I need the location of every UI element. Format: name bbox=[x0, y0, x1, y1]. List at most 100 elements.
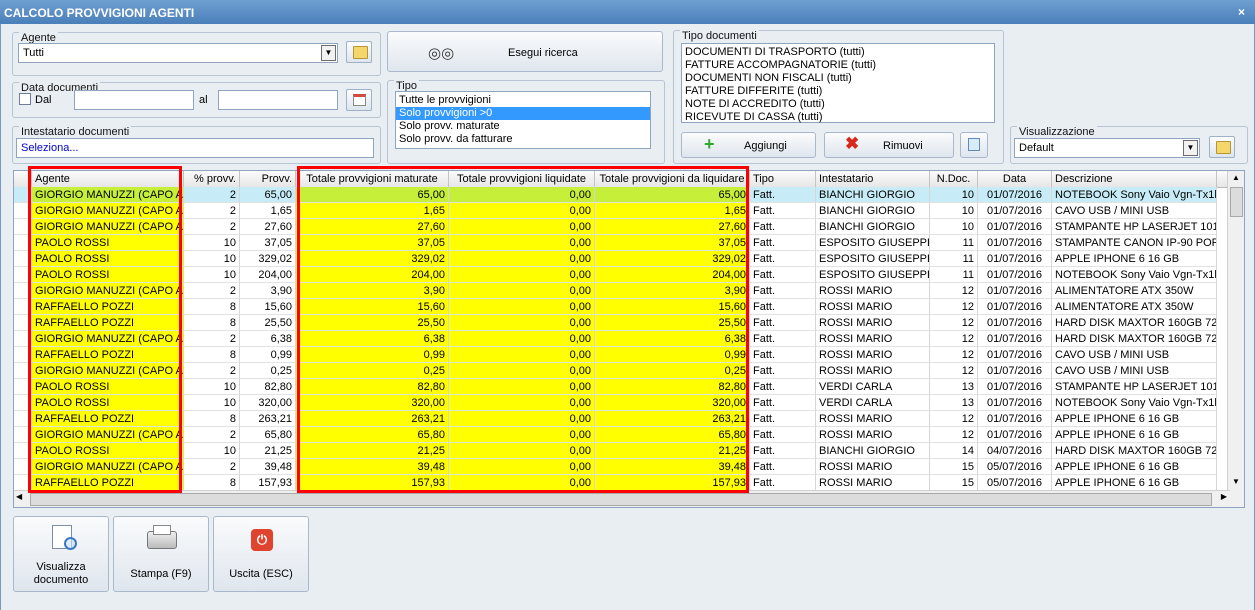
row-indicator[interactable] bbox=[14, 267, 32, 283]
cell-liquidate[interactable]: 0,00 bbox=[449, 331, 595, 347]
cell-da-liquidare[interactable]: 21,25 bbox=[595, 443, 750, 459]
cell-agente[interactable]: RAFFAELLO POZZI bbox=[32, 299, 184, 315]
cell-maturate[interactable]: 3,90 bbox=[296, 283, 449, 299]
cell-da-liquidare[interactable]: 0,25 bbox=[595, 363, 750, 379]
cell-maturate[interactable]: 0,99 bbox=[296, 347, 449, 363]
cell-ndoc[interactable]: 12 bbox=[930, 411, 978, 427]
cell-agente[interactable]: GIORGIO MANUZZI (CAPO AREA) bbox=[32, 363, 184, 379]
column-header-liquidate[interactable]: Totale provvigioni liquidate bbox=[449, 171, 595, 187]
cell-agente[interactable]: GIORGIO MANUZZI (CAPO AREA) bbox=[32, 283, 184, 299]
cell-descrizione[interactable]: STAMPANTE CANON IP-90 PORTATILE bbox=[1052, 235, 1217, 251]
row-indicator[interactable] bbox=[14, 363, 32, 379]
cell-perc-provv[interactable]: 10 bbox=[184, 443, 240, 459]
cell-intestatario[interactable]: ESPOSITO GIUSEPPE bbox=[816, 235, 930, 251]
cell-descrizione[interactable]: HARD DISK MAXTOR 160GB 7200 RPM bbox=[1052, 315, 1217, 331]
cell-provv[interactable]: 1,65 bbox=[240, 203, 296, 219]
cell-perc-provv[interactable]: 2 bbox=[184, 363, 240, 379]
cell-tipo[interactable]: Fatt. bbox=[750, 315, 816, 331]
cell-maturate[interactable]: 1,65 bbox=[296, 203, 449, 219]
row-indicator[interactable] bbox=[14, 315, 32, 331]
tipo-option[interactable]: Solo provv. da fatturare bbox=[396, 133, 650, 146]
cell-maturate[interactable]: 27,60 bbox=[296, 219, 449, 235]
row-indicator[interactable] bbox=[14, 331, 32, 347]
cell-ndoc[interactable]: 15 bbox=[930, 475, 978, 491]
cell-da-liquidare[interactable]: 25,50 bbox=[595, 315, 750, 331]
cell-maturate[interactable]: 39,48 bbox=[296, 459, 449, 475]
table-row[interactable]: GIORGIO MANUZZI (CAPO AREA)26,386,380,00… bbox=[14, 331, 1230, 347]
cell-descrizione[interactable]: APPLE IPHONE 6 16 GB bbox=[1052, 459, 1217, 475]
chevron-down-icon[interactable]: ▼ bbox=[321, 45, 336, 61]
cell-tipo[interactable]: Fatt. bbox=[750, 251, 816, 267]
cell-intestatario[interactable]: ROSSI MARIO bbox=[816, 411, 930, 427]
cell-tipo[interactable]: Fatt. bbox=[750, 187, 816, 203]
cell-tipo[interactable]: Fatt. bbox=[750, 411, 816, 427]
list-item[interactable]: FATTURE ACCOMPAGNATORIE (tutti) bbox=[682, 59, 994, 72]
tipo-option[interactable]: Solo provv. maturate bbox=[396, 120, 650, 133]
table-row[interactable]: GIORGIO MANUZZI (CAPO AREA)20,250,250,00… bbox=[14, 363, 1230, 379]
cell-data[interactable]: 01/07/2016 bbox=[978, 235, 1052, 251]
cell-descrizione[interactable]: APPLE IPHONE 6 16 GB bbox=[1052, 411, 1217, 427]
cell-ndoc[interactable]: 12 bbox=[930, 427, 978, 443]
view-document-button[interactable]: Visualizza documento bbox=[13, 516, 109, 592]
visualizzazione-browse-button[interactable] bbox=[1209, 136, 1235, 158]
cell-perc-provv[interactable]: 2 bbox=[184, 331, 240, 347]
row-indicator[interactable] bbox=[14, 443, 32, 459]
cell-data[interactable]: 01/07/2016 bbox=[978, 427, 1052, 443]
cell-intestatario[interactable]: ROSSI MARIO bbox=[816, 331, 930, 347]
cell-liquidate[interactable]: 0,00 bbox=[449, 411, 595, 427]
cell-da-liquidare[interactable]: 27,60 bbox=[595, 219, 750, 235]
cell-liquidate[interactable]: 0,00 bbox=[449, 347, 595, 363]
cell-perc-provv[interactable]: 2 bbox=[184, 459, 240, 475]
close-icon[interactable]: × bbox=[1238, 5, 1245, 19]
cell-intestatario[interactable]: ROSSI MARIO bbox=[816, 283, 930, 299]
cell-ndoc[interactable]: 13 bbox=[930, 395, 978, 411]
cell-descrizione[interactable]: STAMPANTE HP LASERJET 1018 bbox=[1052, 379, 1217, 395]
exit-button[interactable]: ⏻ Uscita (ESC) bbox=[213, 516, 309, 592]
cell-ndoc[interactable]: 12 bbox=[930, 331, 978, 347]
cell-agente[interactable]: PAOLO ROSSI bbox=[32, 443, 184, 459]
cell-perc-provv[interactable]: 8 bbox=[184, 475, 240, 491]
cell-descrizione[interactable]: CAVO USB / MINI USB bbox=[1052, 203, 1217, 219]
cell-tipo[interactable]: Fatt. bbox=[750, 379, 816, 395]
cell-provv[interactable]: 6,38 bbox=[240, 331, 296, 347]
cell-provv[interactable]: 37,05 bbox=[240, 235, 296, 251]
agente-select[interactable]: Tutti ▼ bbox=[18, 43, 338, 63]
cell-perc-provv[interactable]: 2 bbox=[184, 219, 240, 235]
cell-descrizione[interactable]: HARD DISK MAXTOR 160GB 7200 RPM bbox=[1052, 331, 1217, 347]
cell-da-liquidare[interactable]: 320,00 bbox=[595, 395, 750, 411]
row-indicator[interactable] bbox=[14, 459, 32, 475]
cell-provv[interactable]: 39,48 bbox=[240, 459, 296, 475]
cell-descrizione[interactable]: NOTEBOOK Sony Vaio Vgn-Tx1hp/W bbox=[1052, 187, 1217, 203]
cell-data[interactable]: 01/07/2016 bbox=[978, 331, 1052, 347]
cell-maturate[interactable]: 329,02 bbox=[296, 251, 449, 267]
cell-perc-provv[interactable]: 10 bbox=[184, 395, 240, 411]
scroll-left-icon[interactable]: ◀ bbox=[16, 492, 22, 501]
row-indicator[interactable] bbox=[14, 219, 32, 235]
row-indicator[interactable] bbox=[14, 347, 32, 363]
cell-tipo[interactable]: Fatt. bbox=[750, 459, 816, 475]
table-row[interactable]: RAFFAELLO POZZI 8 157,93 157,93 0,00 157,93 Fa… bbox=[14, 475, 1230, 491]
row-indicator[interactable] bbox=[14, 411, 32, 427]
cell-agente[interactable]: PAOLO ROSSI bbox=[32, 379, 184, 395]
cell-agente[interactable]: RAFFAELLO POZZI bbox=[32, 347, 184, 363]
cell-tipo[interactable]: Fatt. bbox=[750, 299, 816, 315]
cell-perc-provv[interactable]: 8 bbox=[184, 347, 240, 363]
cell-descrizione[interactable]: APPLE IPHONE 6 16 GB bbox=[1052, 251, 1217, 267]
row-indicator[interactable] bbox=[14, 299, 32, 315]
scroll-right-icon[interactable]: ▶ bbox=[1221, 492, 1227, 501]
cell-maturate[interactable]: 25,50 bbox=[296, 315, 449, 331]
cell-intestatario[interactable]: BIANCHI GIORGIO bbox=[816, 443, 930, 459]
calendar-button[interactable] bbox=[346, 89, 372, 111]
horizontal-scrollbar[interactable]: ◀ ▶ bbox=[14, 490, 1230, 507]
remove-button[interactable]: ✖ Rimuovi bbox=[824, 132, 954, 158]
cell-intestatario[interactable]: ESPOSITO GIUSEPPE bbox=[816, 251, 930, 267]
horizontal-scroll-thumb[interactable] bbox=[30, 493, 1212, 506]
cell-provv[interactable]: 82,80 bbox=[240, 379, 296, 395]
table-row[interactable]: RAFFAELLO POZZI 8 25,50 25,50 0,00 25,50 Fatt.… bbox=[14, 315, 1230, 331]
cell-da-liquidare[interactable]: 157,93 bbox=[595, 475, 750, 491]
cell-agente[interactable]: PAOLO ROSSI bbox=[32, 235, 184, 251]
cell-provv[interactable]: 21,25 bbox=[240, 443, 296, 459]
table-row[interactable]: PAOLO ROSSI 10 82,80 82,80 0,00 82,80 Fatt. VER… bbox=[14, 379, 1230, 395]
cell-tipo[interactable]: Fatt. bbox=[750, 395, 816, 411]
cell-ndoc[interactable]: 13 bbox=[930, 379, 978, 395]
